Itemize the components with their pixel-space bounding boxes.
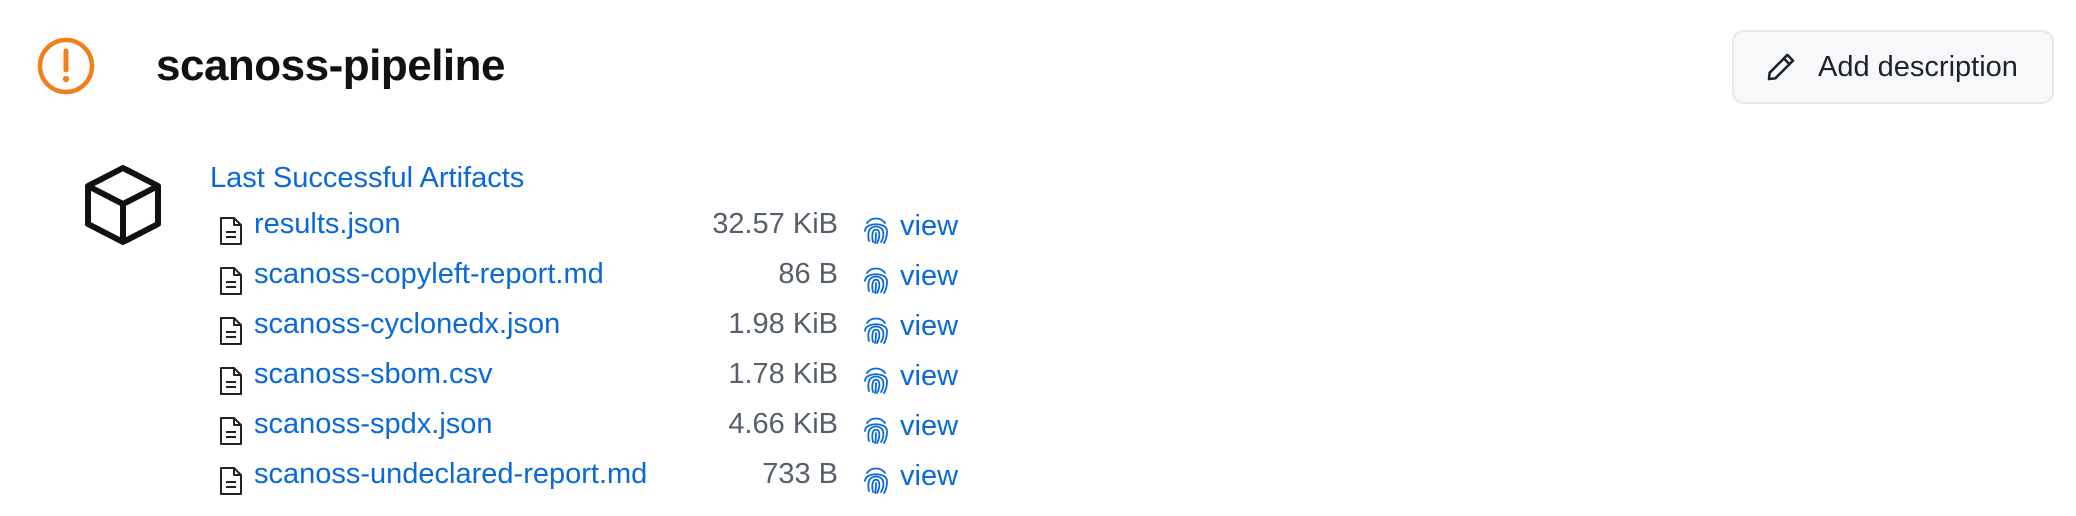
artifact-row: scanoss-undeclared-report.md 733 B view (214, 454, 974, 504)
view-fingerprint-link[interactable]: view (862, 356, 958, 396)
file-icon (220, 367, 242, 395)
view-fingerprint-link[interactable]: view (862, 206, 958, 246)
view-label: view (900, 309, 959, 342)
artifact-file-link[interactable]: scanoss-cyclonedx.json (254, 308, 560, 341)
fingerprint-icon (864, 417, 888, 444)
artifact-file-size: 4.66 KiB (728, 408, 838, 440)
artifacts-heading-link[interactable]: Last Successful Artifacts (210, 162, 524, 195)
view-fingerprint-link[interactable]: view (862, 456, 958, 496)
fingerprint-icon (864, 317, 888, 344)
artifact-file-link[interactable]: scanoss-copyleft-report.md (254, 258, 604, 291)
page-header: scanoss-pipeline (36, 36, 506, 96)
artifact-file-link[interactable]: scanoss-spdx.json (254, 408, 493, 441)
artifact-file-size: 32.57 KiB (712, 208, 838, 240)
fingerprint-icon (864, 267, 888, 294)
artifact-row: scanoss-sbom.csv 1.78 KiB view (214, 354, 974, 404)
fingerprint-icon (864, 467, 888, 494)
warning-circle-icon (37, 37, 95, 95)
view-label: view (900, 459, 959, 492)
view-fingerprint-link[interactable]: view (862, 256, 958, 296)
artifact-list: results.json 32.57 KiB view scanoss-copy… (214, 204, 974, 504)
view-label: view (900, 209, 959, 242)
file-icon (220, 217, 242, 245)
artifact-file-size: 1.78 KiB (728, 358, 838, 390)
view-label: view (900, 359, 959, 392)
view-label: view (900, 409, 959, 442)
artifact-row: scanoss-copyleft-report.md 86 B view (214, 254, 974, 304)
view-label: view (900, 259, 959, 292)
fingerprint-icon (864, 367, 888, 394)
page-title: scanoss-pipeline (156, 41, 506, 90)
file-icon (220, 317, 242, 345)
fingerprint-icon (864, 217, 888, 244)
view-fingerprint-link[interactable]: view (862, 306, 958, 346)
artifact-file-size: 1.98 KiB (728, 308, 838, 340)
artifact-row: scanoss-spdx.json 4.66 KiB view (214, 404, 974, 454)
artifact-row: results.json 32.57 KiB view (214, 204, 974, 254)
package-icon (85, 165, 161, 245)
artifact-file-link[interactable]: scanoss-sbom.csv (254, 358, 493, 391)
file-icon (220, 417, 242, 445)
add-description-label: Add description (1818, 50, 2018, 83)
artifact-file-link[interactable]: scanoss-undeclared-report.md (254, 458, 647, 491)
add-description-button[interactable]: Add description (1732, 30, 2054, 104)
file-icon (220, 467, 242, 495)
artifact-file-size: 733 B (762, 458, 838, 490)
view-fingerprint-link[interactable]: view (862, 406, 958, 446)
artifact-row: scanoss-cyclonedx.json 1.98 KiB view (214, 304, 974, 354)
artifact-file-size: 86 B (778, 258, 838, 290)
artifact-file-link[interactable]: results.json (254, 208, 401, 241)
file-icon (220, 267, 242, 295)
pencil-icon (1767, 53, 1795, 81)
